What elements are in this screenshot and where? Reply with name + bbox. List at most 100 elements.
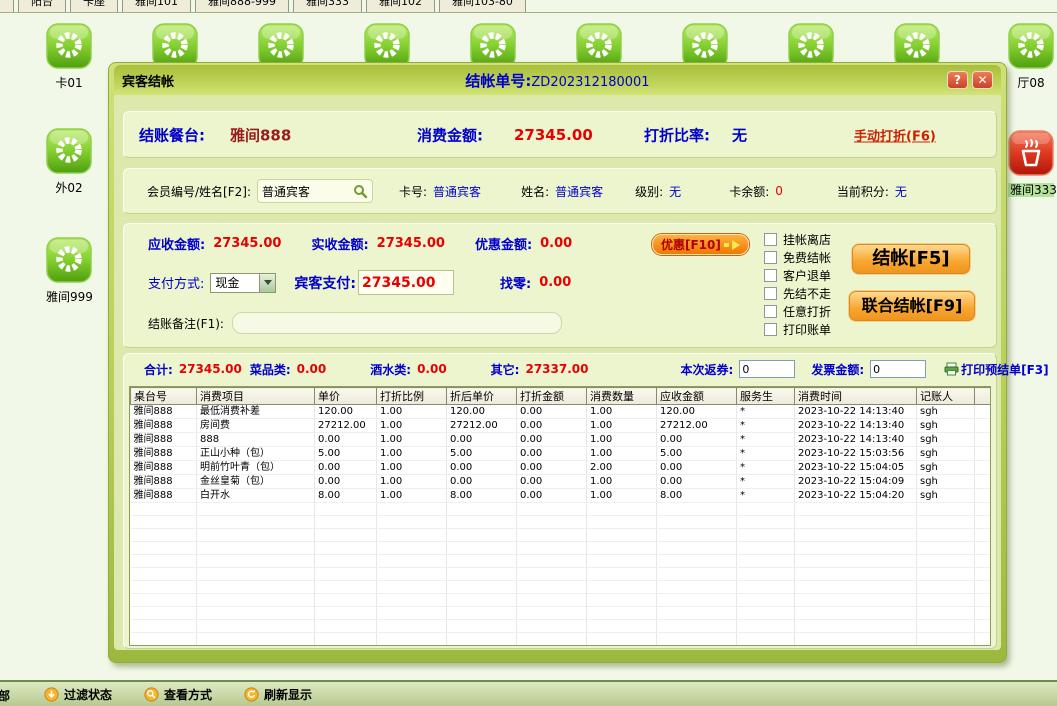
column-header: 消费时间: [795, 388, 917, 405]
desk-icon-free[interactable]: 厅08: [1008, 23, 1054, 90]
checkbox-5[interactable]: 打印账单: [764, 320, 831, 338]
guest-checkout-dialog: 宾客结帐 结帐单号:ZD202312180001 ? ✕ 结账餐台: 雅间888…: [108, 62, 1007, 663]
print-presettle-f3-button[interactable]: 打印预结单[F3]: [944, 361, 1049, 378]
points-label: 当前积分:: [837, 183, 889, 200]
room-tab-1[interactable]: 阳台: [18, 0, 66, 13]
member-search-box[interactable]: [257, 179, 373, 203]
remark-label: 结账备注(F1):: [148, 315, 224, 332]
status-item-label: 刷新显示: [264, 686, 312, 703]
help-button[interactable]: ?: [947, 71, 968, 89]
room-category-tabs: 大厅阳台卡座雅间101 雅间888-999 雅间333 雅间102 雅间103-80: [0, 0, 1057, 13]
status-bar: 全部 过滤状态查看方式刷新显示: [0, 680, 1057, 706]
filter-status-button[interactable]: 过滤状态: [44, 686, 112, 703]
empty-row: [131, 555, 992, 568]
table-row[interactable]: 雅间888金丝皇菊（包）0.001.000.000.001.000.00*202…: [131, 475, 992, 489]
room-tab-2[interactable]: 卡座: [70, 0, 118, 13]
settle-f5-button[interactable]: 结帐[F5]: [852, 244, 970, 274]
swirl-icon: [46, 23, 92, 69]
dialog-titlebar: 宾客结帐 结帐单号:ZD202312180001 ? ✕: [114, 65, 1001, 95]
room-tab-5[interactable]: 雅间333: [293, 0, 362, 13]
table-row[interactable]: 雅间888最低消费补差120.001.00120.000.001.00120.0…: [131, 405, 992, 419]
desk-value: 雅间888: [230, 124, 291, 145]
desk-icon-free[interactable]: 卡01: [46, 23, 92, 90]
table-header-row: 桌台号消费项目单价打折比例折后单价打折金额消费数量应收金额服务生消费时间记账人: [131, 388, 992, 405]
invoice-input[interactable]: [870, 360, 926, 378]
status-item-label: 查看方式: [164, 686, 212, 703]
remark-input[interactable]: [232, 312, 562, 334]
checkbox-box[interactable]: [764, 251, 777, 264]
table-row[interactable]: 雅间888房间费27212.001.0027212.000.001.002721…: [131, 419, 992, 433]
member-search-input[interactable]: [262, 184, 353, 198]
view-mode-button[interactable]: 查看方式: [144, 686, 212, 703]
column-header: 消费数量: [587, 388, 657, 405]
guest-pay-input[interactable]: [358, 270, 454, 295]
card-no-value: 普通宾客: [433, 183, 481, 200]
column-header: 应收金额: [657, 388, 737, 405]
checkbox-box[interactable]: [764, 269, 777, 282]
room-tab-7[interactable]: 雅间103-80: [439, 0, 526, 13]
table-row[interactable]: 雅间888明前竹叶青（包）0.001.000.000.002.000.00*20…: [131, 461, 992, 475]
other-value: 27337.00: [525, 362, 588, 376]
room-tab-3[interactable]: 雅间101: [122, 0, 191, 13]
desk-label: 卡01: [46, 76, 92, 90]
coupon-return-input[interactable]: [739, 360, 795, 378]
swirl-icon: [46, 128, 92, 174]
checkbox-4[interactable]: 任意打折: [764, 302, 831, 320]
card-balance-value: 0: [775, 184, 783, 198]
level-label: 级别:: [635, 183, 663, 200]
close-button[interactable]: ✕: [972, 71, 993, 89]
desk-label: 厅08: [1008, 76, 1054, 90]
chevron-down-icon[interactable]: [259, 274, 275, 292]
card-balance-label: 卡余额:: [729, 183, 769, 200]
refresh-display-button[interactable]: 刷新显示: [244, 686, 312, 703]
coupon-f10-button[interactable]: 优惠[F10]: [652, 234, 749, 255]
checkbox-label: 免费结帐: [783, 249, 831, 266]
column-header: 记账人: [917, 388, 975, 405]
desk-icon-free[interactable]: 外02: [46, 128, 92, 195]
pay-method-select[interactable]: 现金: [210, 273, 276, 293]
desk-label: 外02: [46, 181, 92, 195]
empty-row: [131, 568, 992, 581]
member-name-label: 姓名:: [521, 183, 549, 200]
change-label: 找零:: [500, 273, 531, 292]
search-icon[interactable]: [353, 184, 368, 199]
checkbox-0[interactable]: 挂帐离店: [764, 230, 831, 248]
down-arrow-circle-icon: [44, 687, 59, 702]
checkbox-box[interactable]: [764, 233, 777, 246]
coupon-return-label: 本次返券:: [681, 361, 734, 378]
manual-discount-link[interactable]: 手动打折(F6): [854, 125, 936, 144]
summary-row: 合计: 27345.00 菜品类: 0.00 酒水类: 0.00 其它: 273…: [144, 360, 1049, 378]
right-arrow-icon: [724, 243, 729, 247]
invoice-label: 发票金额:: [811, 361, 864, 378]
table-row[interactable]: 雅间888正山小种（包）5.001.005.000.001.005.00*202…: [131, 447, 992, 461]
column-header: 打折比例: [377, 388, 447, 405]
discount-amount-value: 0.00: [540, 236, 572, 251]
points-value: 无: [895, 183, 907, 200]
hot-drink-icon: [1008, 130, 1054, 176]
guest-pay-label: 宾客支付:: [294, 273, 356, 293]
desk-icon-busy[interactable]: 雅间333: [1008, 130, 1054, 197]
table-row[interactable]: 雅间888白开水8.001.008.000.001.008.00*2023-10…: [131, 489, 992, 503]
checkbox-3[interactable]: 先结不走: [764, 284, 831, 302]
checkbox-label: 客户退单: [783, 267, 831, 284]
checkbox-2[interactable]: 客户退单: [764, 266, 831, 284]
member-panel: 会员编号/姓名[F2]: 卡号: 普通宾客 姓名: 普通宾客 级别: 无 卡余额…: [123, 168, 997, 214]
detail-panel: 合计: 27345.00 菜品类: 0.00 酒水类: 0.00 其它: 273…: [123, 353, 997, 649]
joint-settle-f9-button[interactable]: 联合结帐[F9]: [849, 291, 975, 321]
room-tab-6[interactable]: 雅间102: [366, 0, 435, 13]
room-tab-0[interactable]: 大厅: [0, 0, 14, 13]
checkbox-box[interactable]: [764, 287, 777, 300]
checkbox-1[interactable]: 免费结帐: [764, 248, 831, 266]
column-header: 桌台号: [131, 388, 197, 405]
table-row[interactable]: 雅间8888880.001.000.000.001.000.00*2023-10…: [131, 433, 992, 447]
room-tab-4[interactable]: 雅间888-999: [195, 0, 289, 13]
other-label: 其它:: [491, 361, 520, 378]
desk-label: 雅间999: [46, 290, 92, 304]
received-value: 27345.00: [377, 236, 445, 251]
bill-number-label: 结帐单号:: [465, 72, 531, 90]
receivable-label: 应收金额:: [148, 234, 205, 253]
column-header: 单价: [315, 388, 377, 405]
checkbox-box[interactable]: [764, 323, 777, 336]
checkbox-box[interactable]: [764, 305, 777, 318]
desk-icon-free[interactable]: 雅间999: [46, 237, 92, 304]
